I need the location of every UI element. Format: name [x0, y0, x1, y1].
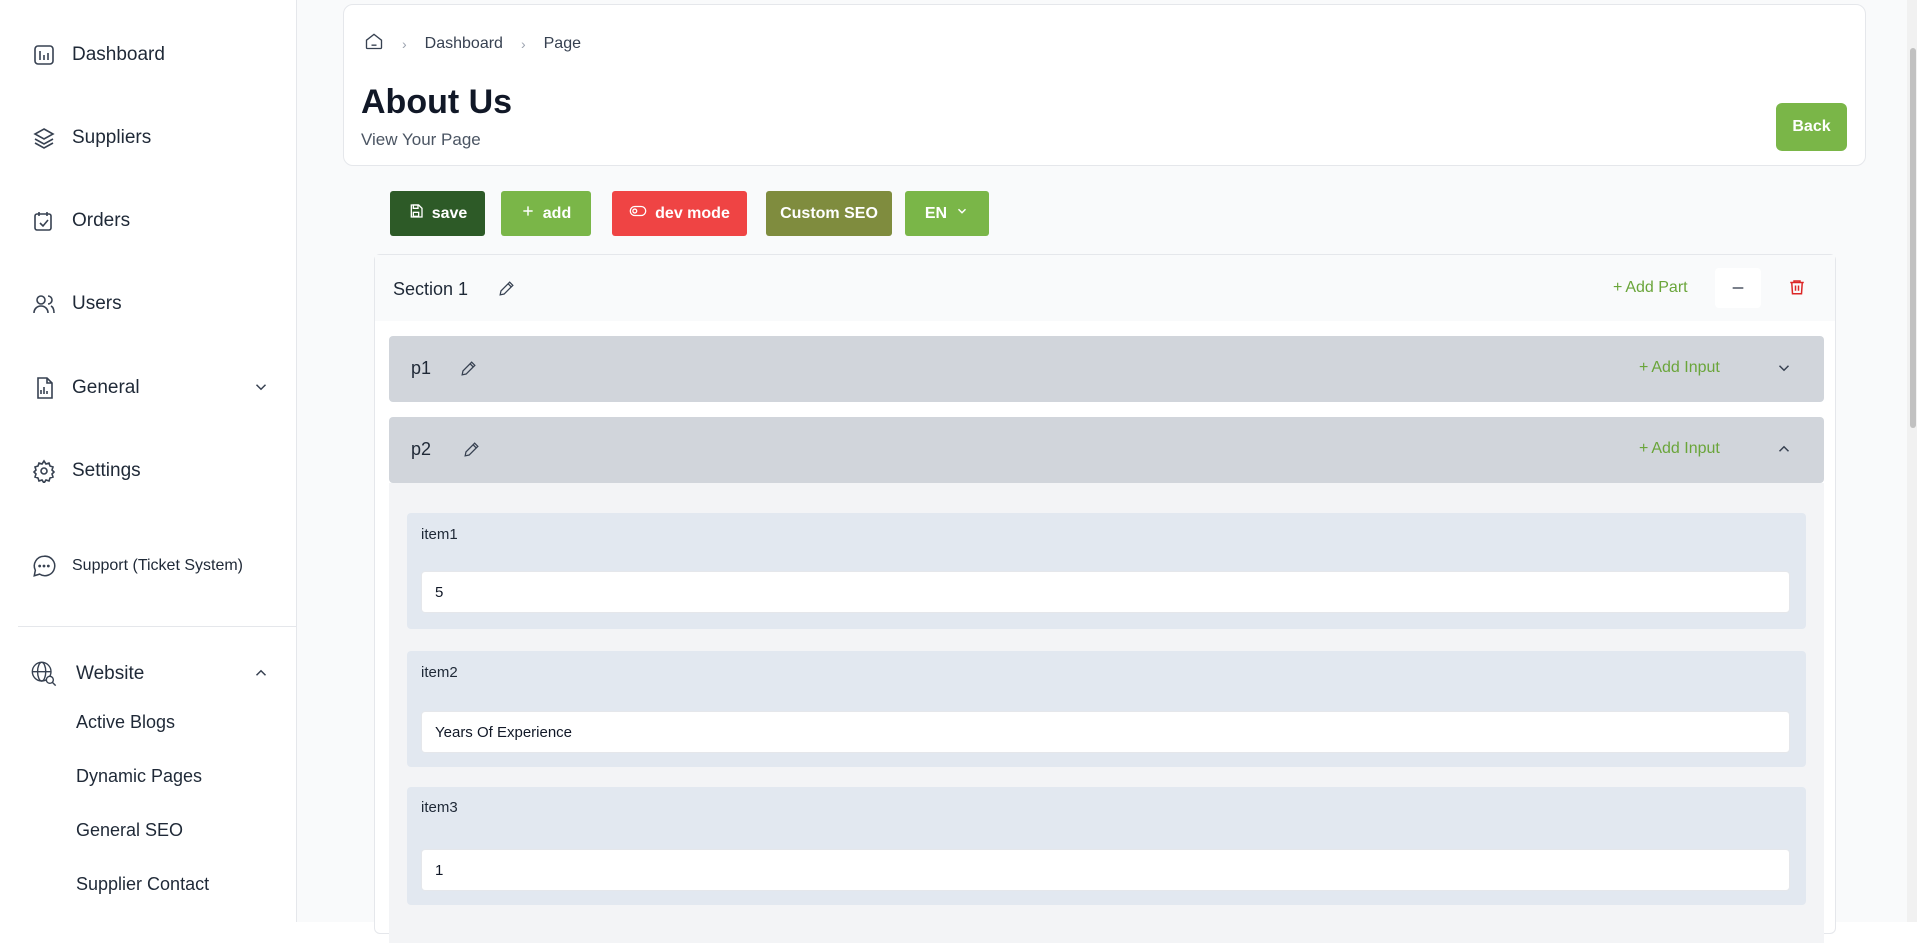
- plus-icon: +: [1613, 279, 1623, 296]
- part-name: p2: [411, 439, 432, 459]
- item-label: item3: [421, 799, 458, 816]
- globe-search-icon: [30, 660, 58, 688]
- edit-section-pencil-icon[interactable]: [497, 279, 516, 298]
- chevron-down-icon: [955, 204, 969, 223]
- chevron-down-icon: [252, 378, 270, 401]
- add-input-button[interactable]: + Add Input: [1639, 359, 1720, 377]
- add-input-button[interactable]: + Add Input: [1639, 440, 1720, 458]
- home-icon[interactable]: [364, 31, 384, 56]
- scrollbar-thumb[interactable]: [1910, 48, 1916, 428]
- sidebar-item-label: Website: [76, 663, 145, 684]
- sidebar-item-label: Orders: [72, 210, 131, 231]
- scrollbar[interactable]: [1907, 0, 1917, 922]
- chart-icon: [30, 41, 58, 69]
- sidebar-item-label: Dashboard: [72, 44, 165, 65]
- add-button[interactable]: add: [501, 191, 591, 236]
- users-icon: [30, 290, 58, 318]
- save-label: save: [431, 204, 468, 222]
- save-icon: [408, 203, 424, 224]
- main-content: › Dashboard › Page About Us View Your Pa…: [297, 0, 1917, 943]
- item1-input[interactable]: [421, 571, 1790, 613]
- edit-part-pencil-icon[interactable]: [459, 359, 478, 378]
- dev-mode-label: dev mode: [655, 204, 730, 222]
- sidebar-item-label: General: [72, 377, 140, 398]
- sidebar-item-users[interactable]: Users: [30, 284, 280, 324]
- plus-icon: +: [1639, 359, 1649, 376]
- item-label: item2: [421, 664, 458, 681]
- language-value: EN: [924, 204, 948, 222]
- section-header: Section 1 + Add Part: [375, 255, 1835, 321]
- breadcrumb: › Dashboard › Page: [364, 31, 581, 56]
- dev-mode-button[interactable]: dev mode: [612, 191, 747, 236]
- page-subtitle: View Your Page: [361, 130, 481, 149]
- back-button[interactable]: Back: [1776, 103, 1847, 151]
- item-label: item1: [421, 526, 458, 543]
- part-row-p2[interactable]: p2 + Add Input: [389, 417, 1824, 483]
- add-part-button[interactable]: + Add Part: [1613, 279, 1688, 297]
- sidebar-item-orders[interactable]: Orders: [30, 201, 280, 241]
- breadcrumb-separator-icon: ›: [402, 35, 407, 52]
- add-label: add: [542, 204, 572, 222]
- sidebar-item-dashboard[interactable]: Dashboard: [30, 35, 280, 75]
- edit-part-pencil-icon[interactable]: [462, 440, 481, 459]
- custom-seo-button[interactable]: Custom SEO: [766, 191, 892, 236]
- chevron-up-icon: [252, 664, 270, 687]
- add-input-label: Add Input: [1651, 440, 1720, 457]
- chat-icon: [30, 552, 58, 580]
- sidebar-item-suppliers[interactable]: Suppliers: [30, 118, 280, 158]
- page-header: › Dashboard › Page About Us View Your Pa…: [343, 4, 1866, 166]
- sidebar-item-support[interactable]: Support (Ticket System): [30, 546, 280, 586]
- section-card: Section 1 + Add Part p1 + Add Input p2 +…: [374, 254, 1836, 943]
- minus-icon: [1732, 287, 1744, 289]
- layers-icon: [30, 124, 58, 152]
- collapse-section-button[interactable]: [1715, 268, 1761, 308]
- sidebar-item-general[interactable]: General: [30, 368, 280, 408]
- save-button[interactable]: save: [390, 191, 485, 236]
- sidebar-subitem-supplier-contact[interactable]: Supplier Contact: [76, 874, 209, 895]
- part-name: p1: [411, 358, 432, 378]
- chevron-up-icon[interactable]: [1775, 440, 1793, 463]
- add-input-label: Add Input: [1651, 359, 1720, 376]
- plus-icon: +: [1639, 440, 1649, 457]
- language-select[interactable]: EN: [905, 191, 989, 236]
- sidebar-subitem-dynamic-pages[interactable]: Dynamic Pages: [76, 766, 202, 787]
- document-chart-icon: [30, 374, 58, 402]
- part-row-p1[interactable]: p1 + Add Input: [389, 336, 1824, 402]
- item-card: item3: [407, 787, 1806, 905]
- item-card: item2: [407, 651, 1806, 767]
- section-title: Section 1: [393, 279, 469, 299]
- breadcrumb-separator-icon: ›: [520, 35, 526, 52]
- sidebar-subitem-active-blogs[interactable]: Active Blogs: [76, 712, 175, 733]
- sidebar-divider: [18, 626, 297, 627]
- calendar-check-icon: [30, 207, 58, 235]
- sidebar: Dashboard Suppliers Orders Users General…: [0, 0, 297, 922]
- add-part-label: Add Part: [1625, 279, 1688, 296]
- breadcrumb-page: Page: [543, 34, 581, 52]
- chevron-down-icon[interactable]: [1775, 359, 1793, 382]
- toggle-icon: [629, 204, 647, 223]
- sidebar-item-label: Support (Ticket System): [72, 557, 244, 574]
- breadcrumb-dashboard[interactable]: Dashboard: [425, 35, 503, 53]
- sidebar-item-label: Settings: [72, 460, 141, 481]
- item-card: item1: [407, 513, 1806, 629]
- sidebar-subitem-general-seo[interactable]: General SEO: [76, 820, 183, 841]
- sidebar-item-label: Suppliers: [72, 127, 152, 148]
- gear-icon: [30, 457, 58, 485]
- part-body-p2: item1 item2 item3: [389, 483, 1824, 943]
- sidebar-item-website[interactable]: Website: [30, 654, 280, 694]
- item2-input[interactable]: [421, 711, 1790, 753]
- sidebar-item-label: Users: [72, 293, 122, 314]
- item3-input[interactable]: [421, 849, 1790, 891]
- page-title: About Us: [361, 83, 513, 121]
- sidebar-item-settings[interactable]: Settings: [30, 451, 280, 491]
- plus-icon: [521, 204, 535, 223]
- trash-icon[interactable]: [1788, 277, 1806, 302]
